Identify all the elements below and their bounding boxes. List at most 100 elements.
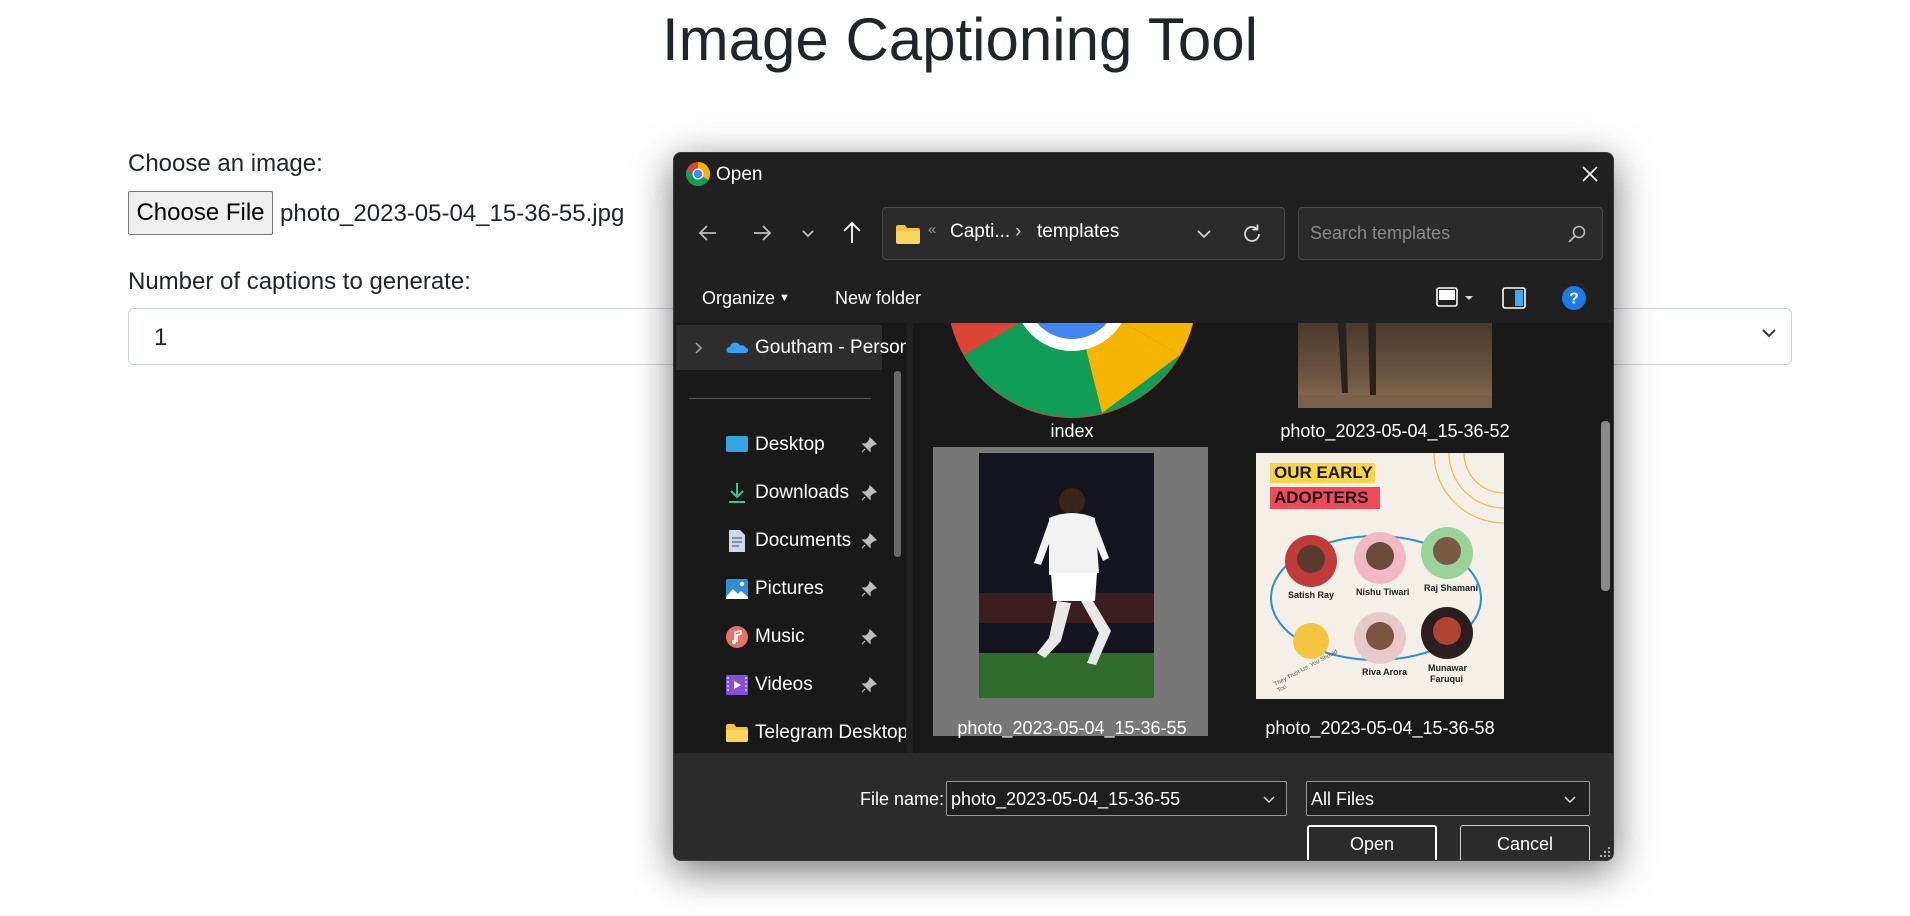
file-name-value[interactable]: photo_2023-05-04_15-36-55 xyxy=(951,789,1180,810)
chevron-down-icon xyxy=(1762,329,1776,338)
file-item-photo-55[interactable] xyxy=(979,453,1154,698)
forward-arrow-icon[interactable] xyxy=(748,219,776,247)
nav-item-label: Music xyxy=(755,626,805,647)
nav-item-label: Goutham - Personal xyxy=(755,337,906,358)
caption-count-value: 1 xyxy=(154,324,168,351)
nav-item-label: Desktop xyxy=(755,434,825,455)
file-name-label[interactable]: photo_2023-05-04_15-36-52 xyxy=(1225,421,1565,442)
poster-heading-1: OUR EARLY xyxy=(1274,463,1373,482)
nav-item-desktop[interactable]: Desktop xyxy=(674,425,884,465)
file-view: index photo_2023-05-04_15-36-52 photo_20… xyxy=(913,323,1613,753)
file-type-select[interactable]: All Files xyxy=(1306,781,1590,816)
address-history-chevron-icon[interactable] xyxy=(1193,223,1215,245)
close-icon[interactable] xyxy=(1577,161,1603,187)
view-dropdown-icon[interactable] xyxy=(1460,284,1478,312)
chrome-icon xyxy=(686,162,711,186)
nav-item-videos[interactable]: Videos xyxy=(674,665,884,705)
caret-down-icon: ▼ xyxy=(779,292,790,304)
pin-icon[interactable] xyxy=(861,581,877,597)
up-arrow-icon[interactable] xyxy=(838,219,866,247)
poster-name: Munawar xyxy=(1428,663,1468,673)
poster-heading-2: ADOPTERS xyxy=(1274,488,1369,507)
help-icon[interactable]: ? xyxy=(1560,284,1588,312)
nav-divider xyxy=(689,398,871,399)
poster-thumbnail: OUR EARLY ADOPTERS Satish Ray Nishu Tiwa… xyxy=(1256,453,1504,699)
nav-item-downloads[interactable]: Downloads xyxy=(674,473,884,513)
pictures-icon xyxy=(726,579,748,599)
search-icon xyxy=(1568,225,1586,243)
videos-icon xyxy=(726,675,748,695)
nav-item-label: Pictures xyxy=(755,578,824,599)
refresh-icon[interactable] xyxy=(1239,221,1265,247)
address-separator[interactable]: › xyxy=(1015,221,1021,243)
new-folder-button[interactable]: New folder xyxy=(835,288,921,309)
footballer-photo-thumbnail xyxy=(979,453,1154,698)
nav-pane-scrollbar[interactable] xyxy=(894,371,901,557)
view-options-icon[interactable] xyxy=(1434,284,1462,312)
address-overflow[interactable]: « xyxy=(928,221,936,238)
file-item-index[interactable] xyxy=(947,323,1197,418)
nav-item-music[interactable]: Music xyxy=(674,617,884,657)
file-name-field-label: File name: xyxy=(860,789,945,809)
chrome-thumbnail-icon xyxy=(950,323,1194,418)
pin-icon[interactable] xyxy=(861,437,877,453)
file-name-label[interactable]: index xyxy=(913,421,1242,442)
address-segment-parent[interactable]: Capti... xyxy=(950,221,1010,243)
recent-locations-chevron-icon[interactable] xyxy=(794,219,822,247)
pin-icon[interactable] xyxy=(861,677,877,693)
search-placeholder: Search templates xyxy=(1310,223,1451,243)
choose-file-button[interactable]: Choose File xyxy=(128,191,273,235)
file-item-photo-52[interactable] xyxy=(1298,323,1492,408)
chevron-down-icon xyxy=(1564,796,1576,803)
nav-item-pictures[interactable]: Pictures xyxy=(674,569,884,609)
caption-count-label: Number of captions to generate: xyxy=(128,268,471,295)
file-view-scrollbar[interactable] xyxy=(1601,421,1610,591)
chosen-file-name: photo_2023-05-04_15-36-55.jpg xyxy=(280,200,625,227)
organize-menu[interactable]: Organize ▼ xyxy=(702,288,790,309)
desktop-icon xyxy=(726,436,748,452)
poster-name: Nishu Tiwari xyxy=(1356,587,1410,597)
photo-thumbnail xyxy=(1298,323,1492,408)
nav-item-label: Videos xyxy=(755,674,813,695)
page-title: Image Captioning Tool xyxy=(662,6,1258,73)
file-name-combobox[interactable]: photo_2023-05-04_15-36-55 xyxy=(946,781,1287,816)
search-box[interactable]: Search templates xyxy=(1298,207,1603,260)
onedrive-icon xyxy=(726,342,749,353)
address-segment-current[interactable]: templates xyxy=(1037,221,1119,243)
pin-icon[interactable] xyxy=(861,629,877,645)
navigation-pane: Goutham - Personal Desktop Downloads Doc… xyxy=(674,323,906,753)
nav-item-label: Documents xyxy=(755,530,852,551)
chevron-down-icon[interactable] xyxy=(1260,790,1278,808)
dialog-titlebar[interactable]: Open xyxy=(674,153,1613,195)
open-button[interactable]: Open xyxy=(1307,825,1437,860)
dialog-navbar: « Capti... › templates Search templates xyxy=(674,195,1613,275)
address-bar[interactable]: « Capti... › templates xyxy=(882,207,1285,260)
preview-pane-icon[interactable] xyxy=(1500,284,1528,312)
poster-name: Faruqui xyxy=(1430,674,1463,684)
command-bar: Organize ▼ New folder ? xyxy=(674,275,1613,323)
music-icon xyxy=(726,626,748,648)
poster-name: Raj Shamani xyxy=(1424,583,1479,593)
poster-name: Satish Ray xyxy=(1288,590,1335,600)
nav-item-documents[interactable]: Documents xyxy=(674,521,884,561)
nav-item-telegram[interactable]: Telegram Desktop xyxy=(674,713,906,753)
poster-name: Riva Arora xyxy=(1362,667,1408,677)
expand-chevron-icon[interactable] xyxy=(692,341,706,355)
pin-icon[interactable] xyxy=(861,533,877,549)
file-name-label[interactable]: photo_2023-05-04_15-36-58 xyxy=(1210,718,1550,739)
file-item-photo-58[interactable]: OUR EARLY ADOPTERS Satish Ray Nishu Tiwa… xyxy=(1256,453,1504,699)
nav-item-onedrive[interactable]: Goutham - Personal xyxy=(674,328,906,368)
pin-icon[interactable] xyxy=(861,485,877,501)
resize-grip-icon[interactable] xyxy=(1597,844,1611,858)
cancel-button[interactable]: Cancel xyxy=(1460,825,1590,860)
open-file-dialog: Open « Capti... › templates Search templ… xyxy=(673,152,1614,861)
downloads-icon xyxy=(729,483,745,503)
folder-icon xyxy=(896,225,920,244)
documents-icon xyxy=(729,530,745,552)
svg-text:?: ? xyxy=(1569,291,1579,308)
file-name-label[interactable]: photo_2023-05-04_15-36-55 xyxy=(913,718,1242,739)
choose-image-label: Choose an image: xyxy=(128,150,323,177)
dialog-title: Open xyxy=(716,164,763,185)
back-arrow-icon[interactable] xyxy=(694,219,722,247)
file-type-value: All Files xyxy=(1311,789,1375,809)
